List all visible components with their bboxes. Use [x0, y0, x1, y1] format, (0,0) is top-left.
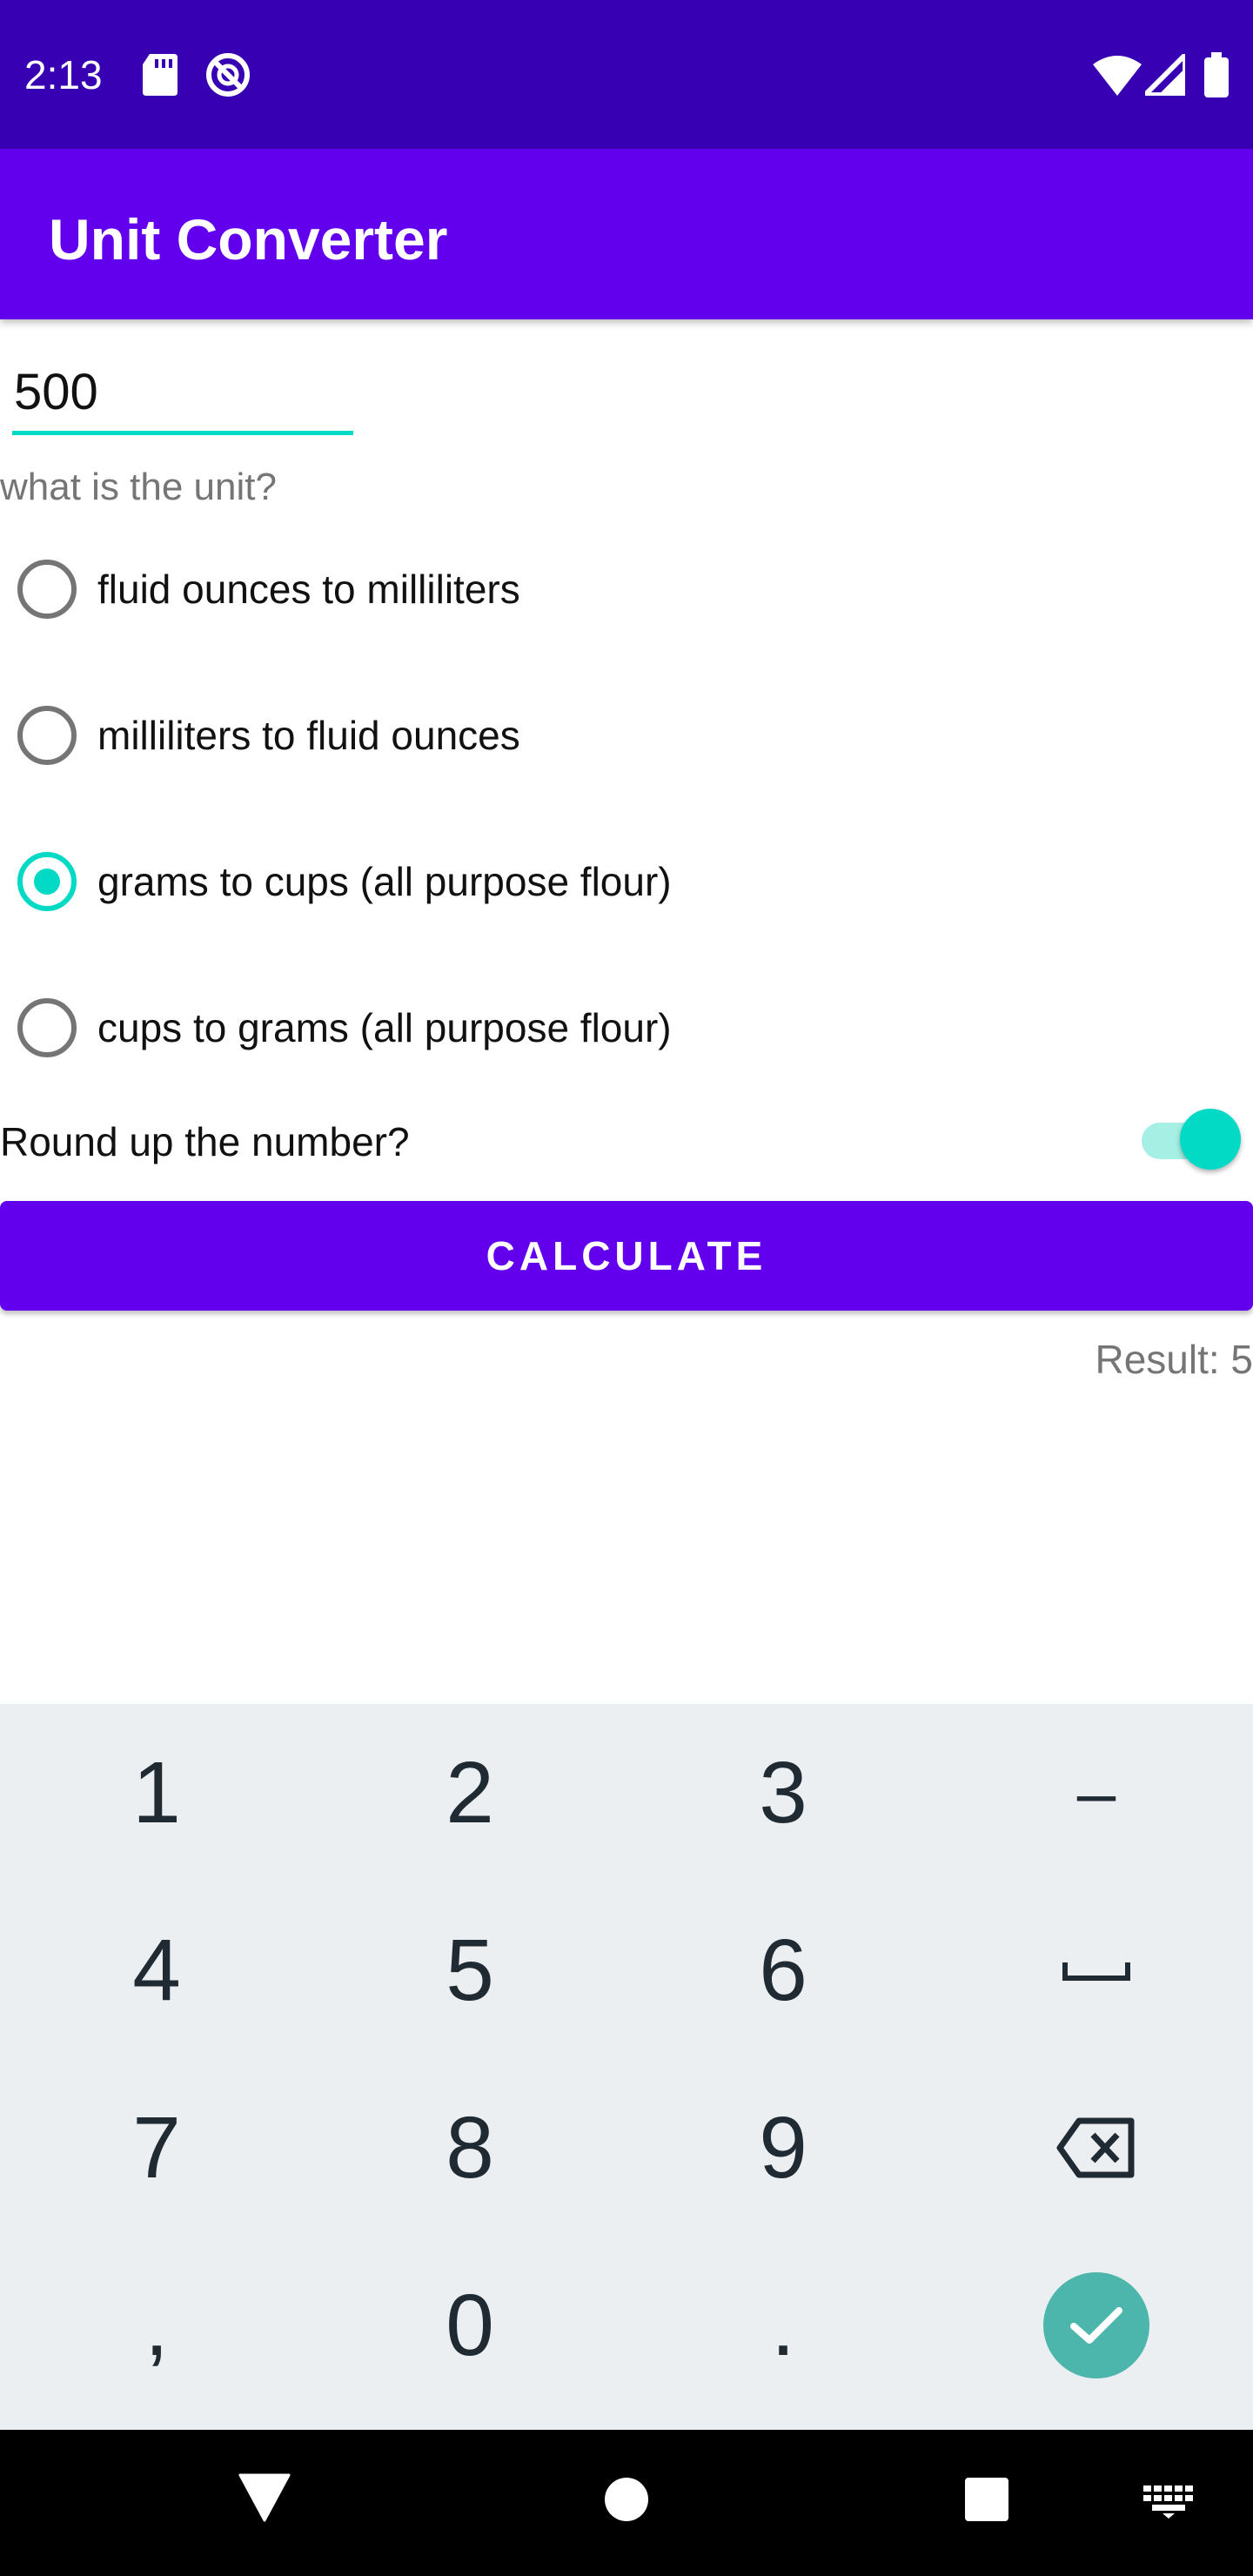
key-5[interactable]: 5 — [313, 1882, 626, 2059]
do-not-disturb-icon — [206, 53, 250, 97]
round-up-switch[interactable] — [1138, 1109, 1243, 1171]
radio-label: cups to grams (all purpose flour) — [97, 1005, 672, 1050]
key-comma[interactable]: , — [0, 2237, 313, 2414]
cell-signal-icon — [1145, 54, 1185, 96]
wifi-icon — [1093, 56, 1142, 96]
recents-icon[interactable] — [964, 2477, 1009, 2522]
unit-prompt: what is the unit? — [0, 466, 277, 508]
key-3[interactable]: 3 — [626, 1704, 940, 1882]
switch-thumb — [1180, 1109, 1241, 1170]
key-done[interactable] — [940, 2237, 1253, 2414]
radio-label: fluid ounces to milliliters — [97, 567, 520, 612]
navigation-bar — [0, 2430, 1253, 2576]
key-1[interactable]: 1 — [0, 1704, 313, 1882]
key-4[interactable]: 4 — [0, 1882, 313, 2059]
round-up-label: Round up the number? — [0, 1119, 410, 1164]
radio-label: milliliters to fluid ounces — [97, 713, 520, 758]
battery-icon — [1204, 52, 1229, 97]
radio-option-ml-to-floz[interactable]: milliliters to fluid ounces — [0, 662, 1253, 808]
key-8[interactable]: 8 — [313, 2059, 626, 2237]
radio-button[interactable] — [17, 560, 77, 619]
app-title: Unit Converter — [49, 207, 448, 272]
key-backspace[interactable] — [940, 2059, 1253, 2237]
back-icon[interactable] — [238, 2473, 291, 2522]
radio-option-cups-to-grams[interactable]: cups to grams (all purpose flour) — [0, 955, 1253, 1101]
numeric-keyboard: 1 2 3 – 4 5 6 7 8 9 , 0 . — [0, 1704, 1253, 2430]
key-minus[interactable]: – — [940, 1704, 1253, 1882]
check-icon — [1070, 2307, 1122, 2344]
radio-label: grams to cups (all purpose flour) — [97, 859, 672, 904]
done-button[interactable] — [1043, 2272, 1149, 2378]
key-9[interactable]: 9 — [626, 2059, 940, 2237]
radio-button[interactable] — [17, 998, 77, 1057]
sd-card-icon — [143, 54, 178, 96]
amount-input[interactable] — [12, 353, 353, 435]
result-text: Result: 5 — [1095, 1337, 1253, 1382]
space-icon — [1062, 1962, 1130, 1981]
radio-option-grams-to-cups[interactable]: grams to cups (all purpose flour) — [0, 808, 1253, 955]
radio-option-floz-to-ml[interactable]: fluid ounces to milliliters — [0, 516, 1253, 662]
status-time: 2:13 — [24, 52, 103, 97]
calculate-button[interactable]: CALCULATE — [0, 1201, 1253, 1311]
radio-button-checked[interactable] — [17, 852, 77, 911]
app-bar: Unit Converter — [0, 149, 1253, 319]
home-icon[interactable] — [604, 2477, 649, 2522]
keyboard-switch-icon[interactable] — [1143, 2485, 1194, 2519]
backspace-icon — [1056, 2117, 1135, 2178]
key-7[interactable]: 7 — [0, 2059, 313, 2237]
key-6[interactable]: 6 — [626, 1882, 940, 2059]
key-period[interactable]: . — [626, 2237, 940, 2414]
status-bar: 2:13 — [0, 0, 1253, 149]
key-space[interactable] — [940, 1882, 1253, 2059]
key-2[interactable]: 2 — [313, 1704, 626, 1882]
radio-selected-dot — [34, 869, 60, 895]
key-0[interactable]: 0 — [313, 2237, 626, 2414]
radio-button[interactable] — [17, 706, 77, 765]
